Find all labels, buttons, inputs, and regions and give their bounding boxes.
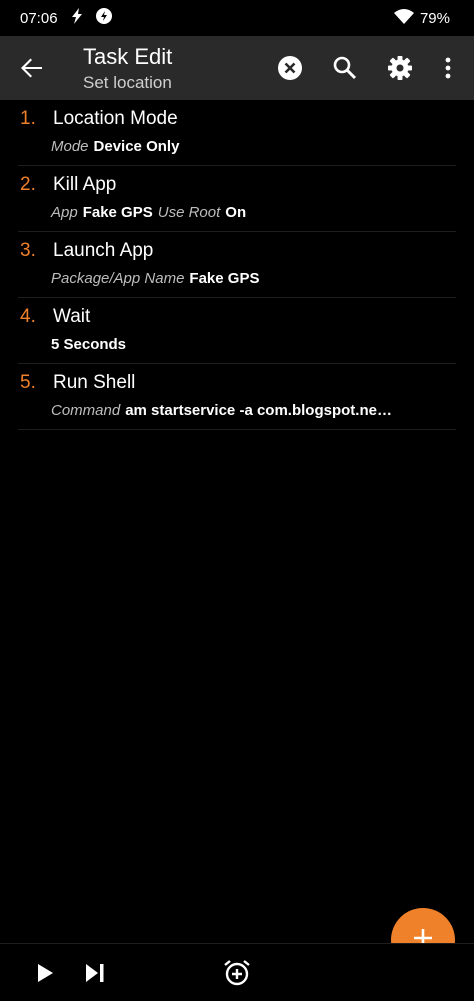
action-number: 1. [20,108,36,129]
wifi-icon [393,8,414,28]
flash-circle-icon [95,8,112,28]
page-title: Task Edit [83,44,173,69]
skip-next-icon[interactable] [80,958,110,988]
param-value: am startservice -a com.blogspot.ne… [125,402,392,419]
status-time: 07:06 [20,9,58,27]
action-name: Run Shell [53,372,136,393]
action-list: 1. Location Mode Mode Device Only 2. Kill… [0,100,474,430]
action-name: Location Mode [53,108,178,129]
close-circle-icon[interactable] [276,54,304,82]
param-label: Use Root [157,204,221,221]
more-vert-icon[interactable] [434,54,462,82]
param-value: 5 Seconds [51,336,127,353]
list-item[interactable]: 1. Location Mode Mode Device Only [18,100,456,166]
battery-level: 79% [419,9,450,27]
action-number: 5. [20,372,36,393]
action-params: 5 Seconds [51,336,131,353]
arrow-left-icon[interactable] [18,54,46,82]
status-bar: 07:06 79% [0,0,474,36]
add-alarm-icon[interactable] [222,958,252,988]
param-label: Command [51,402,121,419]
gear-icon[interactable] [386,54,414,82]
app-bar: Task Edit Set location [0,36,474,100]
param-label: Package/App Name [51,270,185,287]
action-params: Package/App Name Fake GPS [51,270,264,287]
action-params: App Fake GPS Use Root On [51,204,251,221]
param-label: App [51,204,78,221]
action-number: 3. [20,240,36,261]
play-icon[interactable] [30,958,60,988]
list-item[interactable]: 2. Kill App App Fake GPS Use Root On [18,166,456,232]
param-value: On [225,204,247,221]
param-value: Fake GPS [189,270,260,287]
action-name: Launch App [53,240,154,261]
action-name: Wait [53,306,91,327]
action-name: Kill App [53,174,117,195]
list-item[interactable]: 4. Wait 5 Seconds [18,298,456,364]
action-params: Mode Device Only [51,138,184,155]
search-icon[interactable] [331,54,359,82]
action-params: Command am startservice -a com.blogspot.n… [51,402,397,419]
bottom-toolbar [0,943,474,1001]
list-item[interactable]: 5. Run Shell Command am startservice -a c… [18,364,456,430]
action-number: 2. [20,174,36,195]
param-value: Fake GPS [82,204,153,221]
param-value: Device Only [93,138,180,155]
param-label: Mode [51,138,89,155]
bolt-icon [70,8,84,28]
list-item[interactable]: 3. Launch App Package/App Name Fake GPS [18,232,456,298]
title-block: Task Edit Set location [83,44,172,94]
action-number: 4. [20,306,36,327]
page-subtitle: Set location [83,73,172,92]
